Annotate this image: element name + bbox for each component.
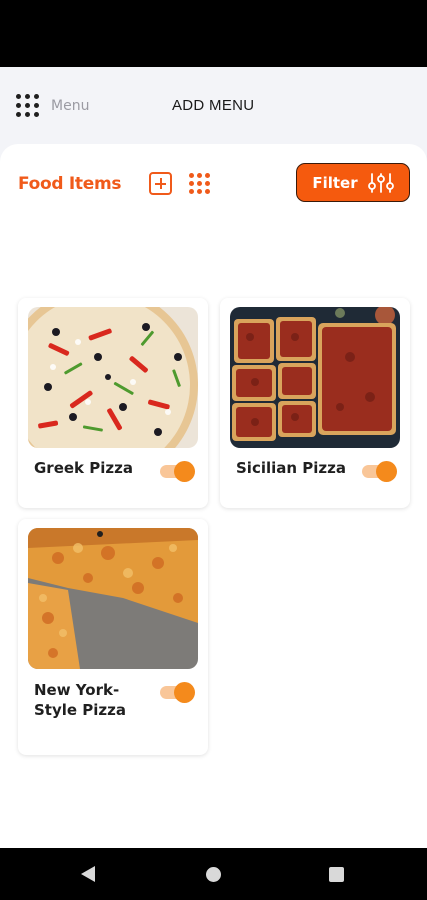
grid-view-icon[interactable] — [189, 173, 210, 194]
section-title: Food Items — [18, 174, 122, 194]
menu-label: Menu — [51, 97, 90, 114]
recent-apps-icon[interactable] — [329, 867, 344, 882]
item-name: Greek Pizza — [34, 459, 133, 477]
back-icon[interactable] — [81, 866, 95, 882]
page-title: ADD MENU — [172, 97, 255, 114]
food-card[interactable]: New York-Style Pizza — [18, 519, 208, 755]
food-card[interactable]: Sicilian Pizza — [220, 298, 410, 508]
menu-grid-icon — [16, 94, 39, 117]
sicilian-pizza-photo — [230, 307, 400, 448]
availability-toggle[interactable] — [362, 461, 398, 482]
availability-toggle[interactable] — [160, 461, 196, 482]
item-name: Sicilian Pizza — [236, 459, 347, 477]
food-card[interactable]: Greek Pizza — [18, 298, 208, 508]
filter-label: Filter — [312, 173, 358, 192]
sliders-icon — [367, 172, 394, 193]
home-icon[interactable] — [206, 867, 221, 882]
new-york-style-pizza-photo — [28, 528, 198, 669]
item-name: New York-Style Pizza — [34, 681, 127, 719]
availability-toggle[interactable] — [160, 682, 196, 703]
app-screen: Menu ADD MENU Food Items Filter Greek Pi… — [0, 67, 427, 848]
add-icon[interactable] — [149, 172, 172, 195]
food-items-panel: Food Items Filter Greek Pizza Sicilian P… — [0, 144, 427, 848]
menu-button[interactable]: Menu — [16, 94, 89, 117]
filter-button[interactable]: Filter — [296, 163, 410, 202]
system-nav-bar — [0, 848, 427, 900]
status-bar — [0, 0, 427, 67]
top-bar: Menu ADD MENU — [0, 67, 427, 145]
greek-pizza-photo — [28, 307, 198, 448]
